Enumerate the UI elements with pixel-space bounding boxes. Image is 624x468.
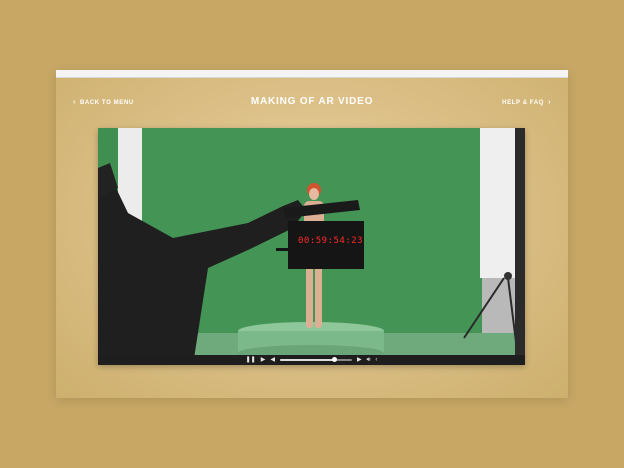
progress-bar[interactable] bbox=[279, 357, 352, 362]
play-icon[interactable]: ▶ bbox=[261, 357, 266, 363]
help-faq-label: HELP & FAQ bbox=[502, 99, 545, 106]
chevron-right-icon: › bbox=[548, 99, 551, 106]
share-icon[interactable]: ‹ bbox=[375, 357, 377, 363]
page-title: MAKING OF AR VIDEO bbox=[250, 96, 374, 107]
help-faq-link[interactable]: HELP & FAQ › bbox=[502, 99, 551, 106]
volume-icon[interactable]: 🔊︎ bbox=[367, 357, 371, 363]
progress-knob[interactable] bbox=[332, 357, 338, 362]
top-navigation: ‹ BACK TO MENU MAKING OF AR VIDEO HELP &… bbox=[56, 96, 568, 112]
rewind-icon[interactable]: ◀ bbox=[270, 357, 275, 363]
browser-window: ‹ BACK TO MENU MAKING OF AR VIDEO HELP &… bbox=[56, 70, 568, 398]
video-player[interactable]: 00:59:54:23 ❚❚ ▶ ◀ ▶ 🔊︎ ‹ bbox=[98, 128, 525, 365]
forward-icon[interactable]: ▶ bbox=[357, 357, 362, 363]
progress-fill bbox=[279, 359, 335, 361]
browser-chrome-bar bbox=[56, 70, 568, 78]
video-frame bbox=[98, 128, 525, 365]
pause-icon[interactable]: ❚❚ bbox=[246, 357, 256, 363]
video-controls: ❚❚ ▶ ◀ ▶ 🔊︎ ‹ bbox=[98, 355, 525, 365]
clapperboard-timecode: 00:59:54:23 bbox=[298, 236, 364, 246]
